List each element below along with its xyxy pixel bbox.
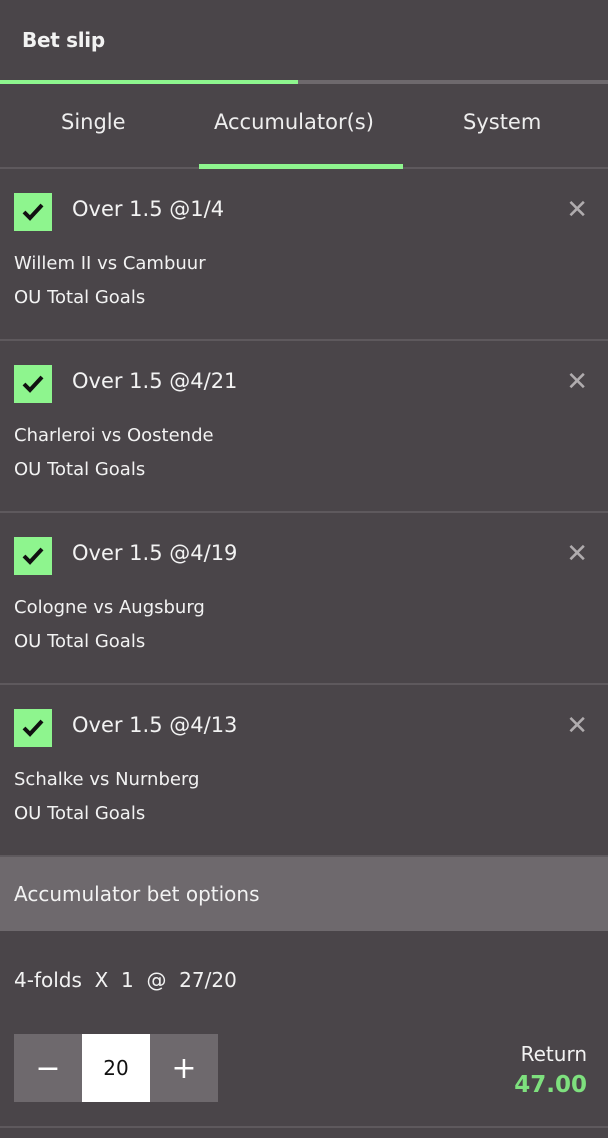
bet-selection: Over 1.5 @4/21 — [72, 369, 238, 393]
bet-item: Over 1.5 @4/19 ✕ Cologne vs Augsburg OU … — [0, 513, 608, 685]
increase-stake-button[interactable]: + — [150, 1034, 218, 1102]
tab-accumulator[interactable]: Accumulator(s) — [214, 110, 374, 134]
bet-selection: Over 1.5 @1/4 — [72, 197, 225, 221]
divider — [0, 1126, 608, 1128]
bet-item: Over 1.5 @4/21 ✕ Charleroi vs Oostende O… — [0, 341, 608, 513]
bet-checkbox[interactable] — [14, 537, 52, 575]
bet-market: OU Total Goals — [14, 631, 146, 652]
return-value: 47.00 — [514, 1072, 587, 1098]
stake-stepper: − + — [14, 1034, 218, 1102]
bet-checkbox[interactable] — [14, 193, 52, 231]
accumulator-options-header[interactable]: Accumulator bet options — [0, 857, 608, 931]
remove-bet-icon[interactable]: ✕ — [566, 197, 588, 223]
bet-match: Cologne vs Augsburg — [14, 597, 205, 618]
bet-selection: Over 1.5 @4/19 — [72, 541, 238, 565]
bet-market: OU Total Goals — [14, 459, 146, 480]
fold-summary: 4-folds X 1 @ 27/20 — [14, 968, 237, 992]
bet-match: Willem II vs Cambuur — [14, 253, 206, 274]
remove-bet-icon[interactable]: ✕ — [566, 369, 588, 395]
bet-match: Charleroi vs Oostende — [14, 425, 214, 446]
remove-bet-icon[interactable]: ✕ — [566, 713, 588, 739]
checkmark-icon — [22, 375, 44, 393]
bet-market: OU Total Goals — [14, 803, 146, 824]
return-label: Return — [520, 1042, 587, 1066]
header: Bet slip — [0, 0, 608, 80]
bet-market: OU Total Goals — [14, 287, 146, 308]
tab-bar: Single Accumulator(s) System — [0, 84, 608, 169]
bet-item: Over 1.5 @4/13 ✕ Schalke vs Nurnberg OU … — [0, 685, 608, 857]
bet-match: Schalke vs Nurnberg — [14, 769, 200, 790]
stake-input[interactable] — [82, 1034, 150, 1102]
checkmark-icon — [22, 719, 44, 737]
decrease-stake-button[interactable]: − — [14, 1034, 82, 1102]
bet-selection: Over 1.5 @4/13 — [72, 713, 238, 737]
tab-single[interactable]: Single — [61, 110, 126, 134]
bet-checkbox[interactable] — [14, 365, 52, 403]
remove-bet-icon[interactable]: ✕ — [566, 541, 588, 567]
bet-item: Over 1.5 @1/4 ✕ Willem II vs Cambuur OU … — [0, 169, 608, 341]
tab-system[interactable]: System — [463, 110, 541, 134]
checkmark-icon — [22, 203, 44, 221]
bet-checkbox[interactable] — [14, 709, 52, 747]
checkmark-icon — [22, 547, 44, 565]
page-title: Bet slip — [22, 28, 105, 52]
